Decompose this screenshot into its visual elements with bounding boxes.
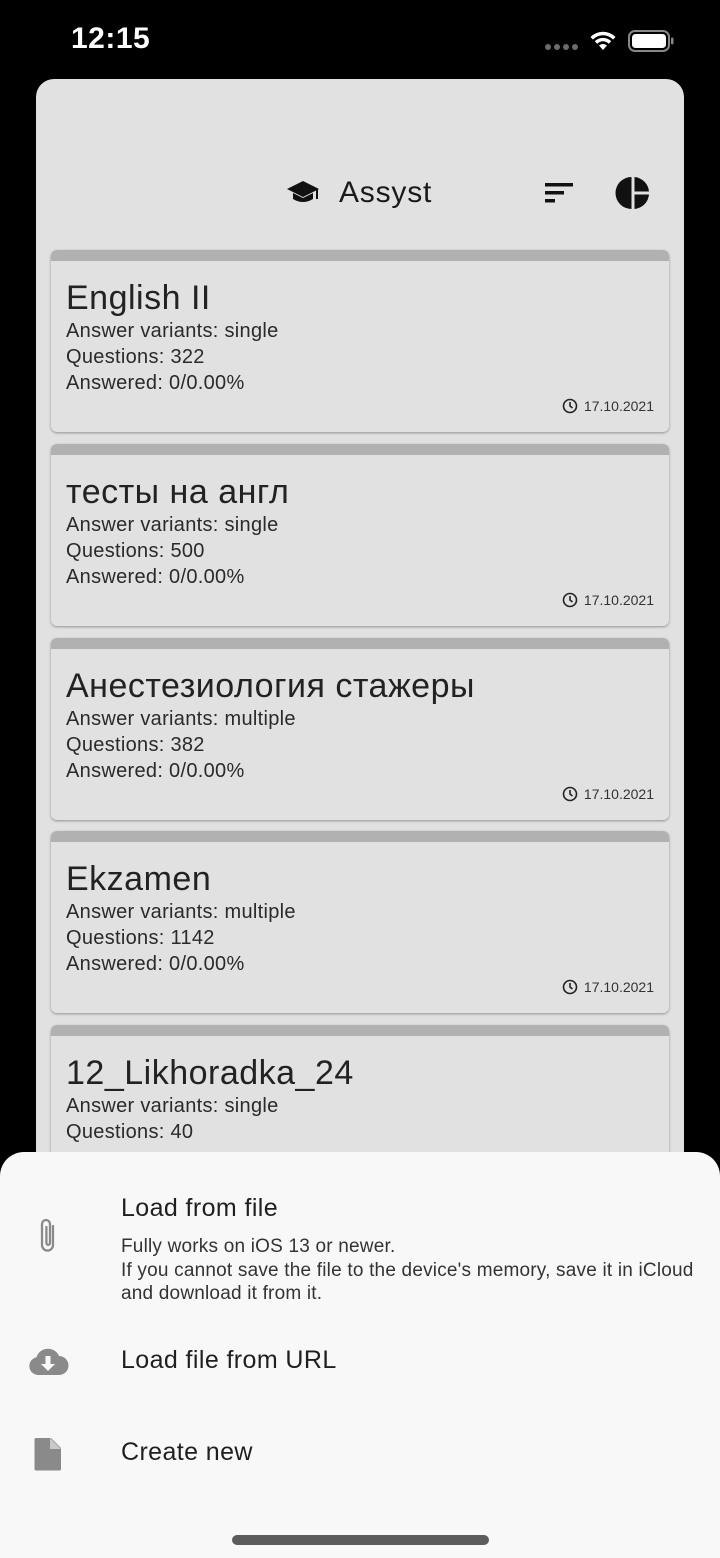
- app-screen: 12:15 Assyst English II Answer variants:…: [0, 0, 720, 1558]
- test-title: English II: [66, 279, 211, 317]
- date-text: 17.10.2021: [583, 979, 654, 995]
- card-date: 17.10.2021: [562, 398, 654, 414]
- status-bar: 12:15: [0, 0, 720, 80]
- answer-variants: Answer variants: single: [66, 1095, 279, 1117]
- answered-progress: Answered: 0/0.00%: [66, 372, 245, 394]
- load-from-file-option[interactable]: Load from file Fully works on iOS 13 or …: [0, 1180, 720, 1310]
- date-text: 17.10.2021: [583, 592, 654, 608]
- clock-icon: [562, 398, 578, 414]
- card-date: 17.10.2021: [562, 786, 654, 802]
- battery-icon: [628, 30, 674, 52]
- answered-progress: Answered: 0/0.00%: [66, 760, 245, 782]
- card-body: 12_Likhoradka_24 Answer variants: single…: [51, 1036, 669, 1145]
- status-time: 12:15: [71, 22, 151, 55]
- date-text: 17.10.2021: [583, 398, 654, 414]
- test-title: Анестезиология стажеры: [66, 667, 475, 705]
- clock-icon: [562, 592, 578, 608]
- menu-note: If you cannot save the file to the devic…: [121, 1259, 694, 1305]
- card-stripe: [51, 250, 669, 261]
- card-stripe: [51, 444, 669, 455]
- bottom-action-sheet: Load from file Fully works on iOS 13 or …: [0, 1152, 720, 1558]
- questions-count: Questions: 382: [66, 734, 205, 756]
- load-from-url-option[interactable]: Load file from URL: [0, 1332, 720, 1392]
- date-text: 17.10.2021: [583, 786, 654, 802]
- menu-label: Load from file: [121, 1194, 279, 1222]
- clock-icon: [562, 979, 578, 995]
- questions-count: Questions: 40: [66, 1121, 194, 1143]
- card-body: тесты на англ Answer variants: single Qu…: [51, 455, 669, 590]
- cloud-download-icon: [24, 1338, 72, 1386]
- card-body: English II Answer variants: single Quest…: [51, 261, 669, 396]
- answer-variants: Answer variants: single: [66, 320, 279, 342]
- home-indicator[interactable]: [232, 1535, 489, 1545]
- questions-count: Questions: 500: [66, 540, 205, 562]
- menu-label: Load file from URL: [121, 1346, 337, 1374]
- create-new-option[interactable]: Create new: [0, 1424, 720, 1484]
- cellular-signal-icon: [545, 44, 579, 52]
- app-title-group: Assyst: [285, 175, 432, 211]
- questions-count: Questions: 1142: [66, 927, 215, 949]
- questions-count: Questions: 322: [66, 346, 205, 368]
- card-date: 17.10.2021: [562, 979, 654, 995]
- test-title: тесты на англ: [66, 473, 290, 511]
- answered-progress: Answered: 0/0.00%: [66, 566, 245, 588]
- answered-progress: Answered: 0/0.00%: [66, 953, 245, 975]
- clock-icon: [562, 786, 578, 802]
- menu-label: Create new: [121, 1438, 253, 1466]
- paperclip-icon: [24, 1212, 72, 1260]
- file-icon: [24, 1430, 72, 1478]
- answer-variants: Answer variants: single: [66, 514, 279, 536]
- wifi-icon: [590, 31, 616, 50]
- card-body: Анестезиология стажеры Answer variants: …: [51, 649, 669, 784]
- pie-chart-icon[interactable]: [615, 175, 651, 211]
- test-title: Ekzamen: [66, 860, 212, 898]
- test-card[interactable]: Ekzamen Answer variants: multiple Questi…: [51, 831, 669, 1013]
- menu-note: Fully works on iOS 13 or newer.: [121, 1236, 396, 1257]
- card-stripe: [51, 1025, 669, 1036]
- card-date: 17.10.2021: [562, 592, 654, 608]
- answer-variants: Answer variants: multiple: [66, 708, 296, 730]
- app-header: Assyst: [36, 79, 684, 249]
- test-card[interactable]: English II Answer variants: single Quest…: [51, 250, 669, 432]
- card-body: Ekzamen Answer variants: multiple Questi…: [51, 842, 669, 977]
- app-title: Assyst: [339, 176, 433, 209]
- card-stripe: [51, 831, 669, 842]
- test-title: 12_Likhoradka_24: [66, 1054, 354, 1092]
- card-stripe: [51, 638, 669, 649]
- test-card[interactable]: тесты на англ Answer variants: single Qu…: [51, 444, 669, 626]
- sort-icon[interactable]: [543, 179, 575, 207]
- graduation-cap-icon: [287, 181, 319, 202]
- test-card[interactable]: Анестезиология стажеры Answer variants: …: [51, 638, 669, 820]
- answer-variants: Answer variants: multiple: [66, 901, 296, 923]
